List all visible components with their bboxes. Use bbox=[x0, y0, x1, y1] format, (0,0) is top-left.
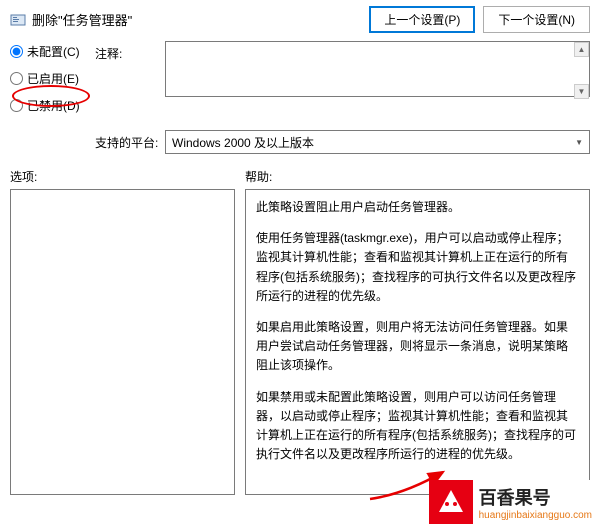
policy-icon bbox=[10, 12, 26, 28]
help-label: 帮助: bbox=[245, 168, 590, 185]
prev-setting-button[interactable]: 上一个设置(P) bbox=[369, 6, 475, 33]
options-label: 选项: bbox=[10, 168, 235, 185]
help-panel: 此策略设置阻止用户启动任务管理器。 使用任务管理器(taskmgr.exe)，用… bbox=[245, 189, 590, 495]
radio-disabled[interactable]: 已禁用(D) bbox=[10, 97, 95, 114]
radio-enabled-input[interactable] bbox=[10, 72, 23, 85]
watermark: 百香果号 huangjinbaixiangguo.com bbox=[429, 480, 592, 524]
help-paragraph: 使用任务管理器(taskmgr.exe)，用户可以启动或停止程序；监视其计算机性… bbox=[256, 229, 579, 306]
options-panel bbox=[10, 189, 235, 495]
radio-disabled-input[interactable] bbox=[10, 99, 23, 112]
platform-label: 支持的平台: bbox=[95, 134, 165, 151]
next-setting-button[interactable]: 下一个设置(N) bbox=[483, 6, 590, 33]
help-paragraph: 如果禁用或未配置此策略设置，则用户可以访问任务管理器，以启动或停止程序；监视其计… bbox=[256, 388, 579, 465]
watermark-title: 百香果号 bbox=[479, 484, 592, 510]
watermark-logo-icon bbox=[429, 480, 473, 524]
scroll-up-icon[interactable]: ▲ bbox=[574, 42, 589, 57]
radio-enabled[interactable]: 已启用(E) bbox=[10, 70, 95, 87]
comment-textarea[interactable] bbox=[165, 41, 590, 97]
chevron-down-icon: ▼ bbox=[575, 138, 583, 147]
platform-value: Windows 2000 及以上版本 bbox=[172, 134, 314, 151]
platform-dropdown[interactable]: Windows 2000 及以上版本 ▼ bbox=[165, 130, 590, 154]
watermark-url: huangjinbaixiangguo.com bbox=[479, 510, 592, 521]
help-paragraph: 如果启用此策略设置，则用户将无法访问任务管理器。如果用户尝试启动任务管理器，则将… bbox=[256, 318, 579, 376]
radio-not-configured[interactable]: 未配置(C) bbox=[10, 43, 95, 60]
scroll-down-icon[interactable]: ▼ bbox=[574, 84, 589, 99]
radio-not-configured-input[interactable] bbox=[10, 45, 23, 58]
dialog-title: 删除"任务管理器" bbox=[32, 10, 132, 29]
comment-label: 注释: bbox=[95, 45, 165, 62]
help-paragraph: 此策略设置阻止用户启动任务管理器。 bbox=[256, 198, 579, 217]
